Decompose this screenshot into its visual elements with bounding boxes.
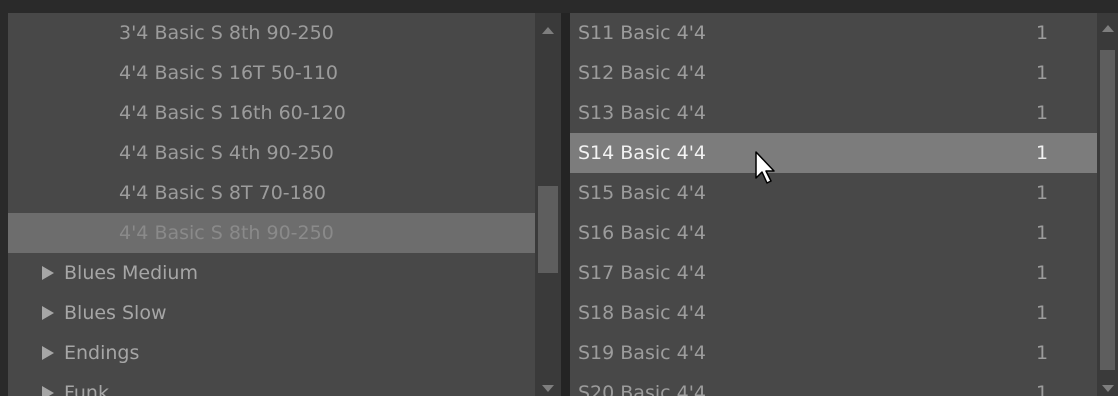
- style-name: S18 Basic 4'4: [578, 302, 707, 324]
- tree-folder[interactable]: Funk: [8, 373, 535, 396]
- tree-folder[interactable]: Endings: [8, 333, 535, 373]
- list-item[interactable]: S17 Basic 4'4 1: [570, 253, 1097, 293]
- list-scroll-thumb[interactable]: [1100, 50, 1115, 370]
- triangle-right-icon[interactable]: [42, 306, 54, 320]
- triangle-right-icon[interactable]: [42, 346, 54, 360]
- tree-folder[interactable]: Blues Medium: [8, 253, 535, 293]
- style-browser: 3'4 Basic S 8th 90-250 4'4 Basic S 16T 50…: [0, 0, 1118, 396]
- tree-item-label: 4'4 Basic S 8T 70-180: [119, 182, 326, 204]
- tree-item-label: 4'4 Basic S 16th 60-120: [119, 102, 346, 124]
- scroll-down-arrow-icon[interactable]: [542, 385, 554, 392]
- style-tree: 3'4 Basic S 8th 90-250 4'4 Basic S 16T 50…: [8, 13, 535, 396]
- style-name: S19 Basic 4'4: [578, 342, 707, 364]
- tree-item-label: 3'4 Basic S 8th 90-250: [119, 22, 334, 44]
- tree-item-label: Blues Slow: [64, 302, 167, 324]
- triangle-right-icon[interactable]: [42, 386, 54, 396]
- tree-folder[interactable]: Blues Slow: [8, 293, 535, 333]
- style-name: S16 Basic 4'4: [578, 222, 707, 244]
- tree-scroll-thumb[interactable]: [538, 186, 558, 273]
- tree-item-label: Endings: [64, 342, 140, 364]
- tree-item-label: 4'4 Basic S 8th 90-250: [119, 222, 334, 244]
- style-count: 1: [1036, 302, 1049, 324]
- style-count: 1: [1036, 62, 1049, 84]
- style-count: 1: [1036, 22, 1049, 44]
- tree-item[interactable]: 3'4 Basic S 8th 90-250: [8, 13, 535, 53]
- tree-scrollbar[interactable]: [535, 13, 561, 396]
- style-count: 1: [1036, 182, 1049, 204]
- style-name: S15 Basic 4'4: [578, 182, 707, 204]
- list-item[interactable]: S11 Basic 4'4 1: [570, 13, 1097, 53]
- tree-item[interactable]: 4'4 Basic S 16T 50-110: [8, 53, 535, 93]
- mouse-pointer-icon: [755, 151, 775, 184]
- style-name: S12 Basic 4'4: [578, 62, 707, 84]
- style-name: S20 Basic 4'4: [578, 382, 707, 396]
- panel-divider[interactable]: [561, 13, 570, 396]
- tree-item[interactable]: 4'4 Basic S 16th 60-120: [8, 93, 535, 133]
- style-count: 1: [1036, 262, 1049, 284]
- style-name: S14 Basic 4'4: [578, 142, 707, 164]
- style-count: 1: [1036, 102, 1049, 124]
- scroll-up-arrow-icon[interactable]: [542, 27, 554, 34]
- list-item[interactable]: S13 Basic 4'4 1: [570, 93, 1097, 133]
- style-count: 1: [1036, 222, 1049, 244]
- style-name: S11 Basic 4'4: [578, 22, 707, 44]
- list-item[interactable]: S16 Basic 4'4 1: [570, 213, 1097, 253]
- triangle-right-icon[interactable]: [42, 266, 54, 280]
- scroll-up-arrow-icon[interactable]: [1102, 25, 1114, 32]
- style-count: 1: [1036, 382, 1049, 396]
- style-list: S11 Basic 4'4 1 S12 Basic 4'4 1 S13 Basic 4'…: [570, 13, 1097, 396]
- list-item[interactable]: S14 Basic 4'4 1: [570, 133, 1097, 173]
- style-count: 1: [1036, 342, 1049, 364]
- style-count: 1: [1036, 142, 1049, 164]
- list-item[interactable]: S12 Basic 4'4 1: [570, 53, 1097, 93]
- tree-item[interactable]: 4'4 Basic S 8T 70-180: [8, 173, 535, 213]
- tree-item[interactable]: 4'4 Basic S 4th 90-250: [8, 133, 535, 173]
- style-name: S13 Basic 4'4: [578, 102, 707, 124]
- list-item[interactable]: S15 Basic 4'4 1: [570, 173, 1097, 213]
- scroll-down-arrow-icon[interactable]: [1102, 385, 1114, 392]
- tree-item-label: 4'4 Basic S 4th 90-250: [119, 142, 334, 164]
- style-name: S17 Basic 4'4: [578, 262, 707, 284]
- list-scrollbar[interactable]: [1097, 13, 1118, 396]
- tree-item-label: Funk: [64, 382, 109, 396]
- tree-item[interactable]: 4'4 Basic S 8th 90-250: [8, 213, 535, 253]
- list-item[interactable]: S18 Basic 4'4 1: [570, 293, 1097, 333]
- tree-item-label: Blues Medium: [64, 262, 198, 284]
- tree-item-label: 4'4 Basic S 16T 50-110: [119, 62, 339, 84]
- list-item[interactable]: S20 Basic 4'4 1: [570, 373, 1097, 396]
- list-item[interactable]: S19 Basic 4'4 1: [570, 333, 1097, 373]
